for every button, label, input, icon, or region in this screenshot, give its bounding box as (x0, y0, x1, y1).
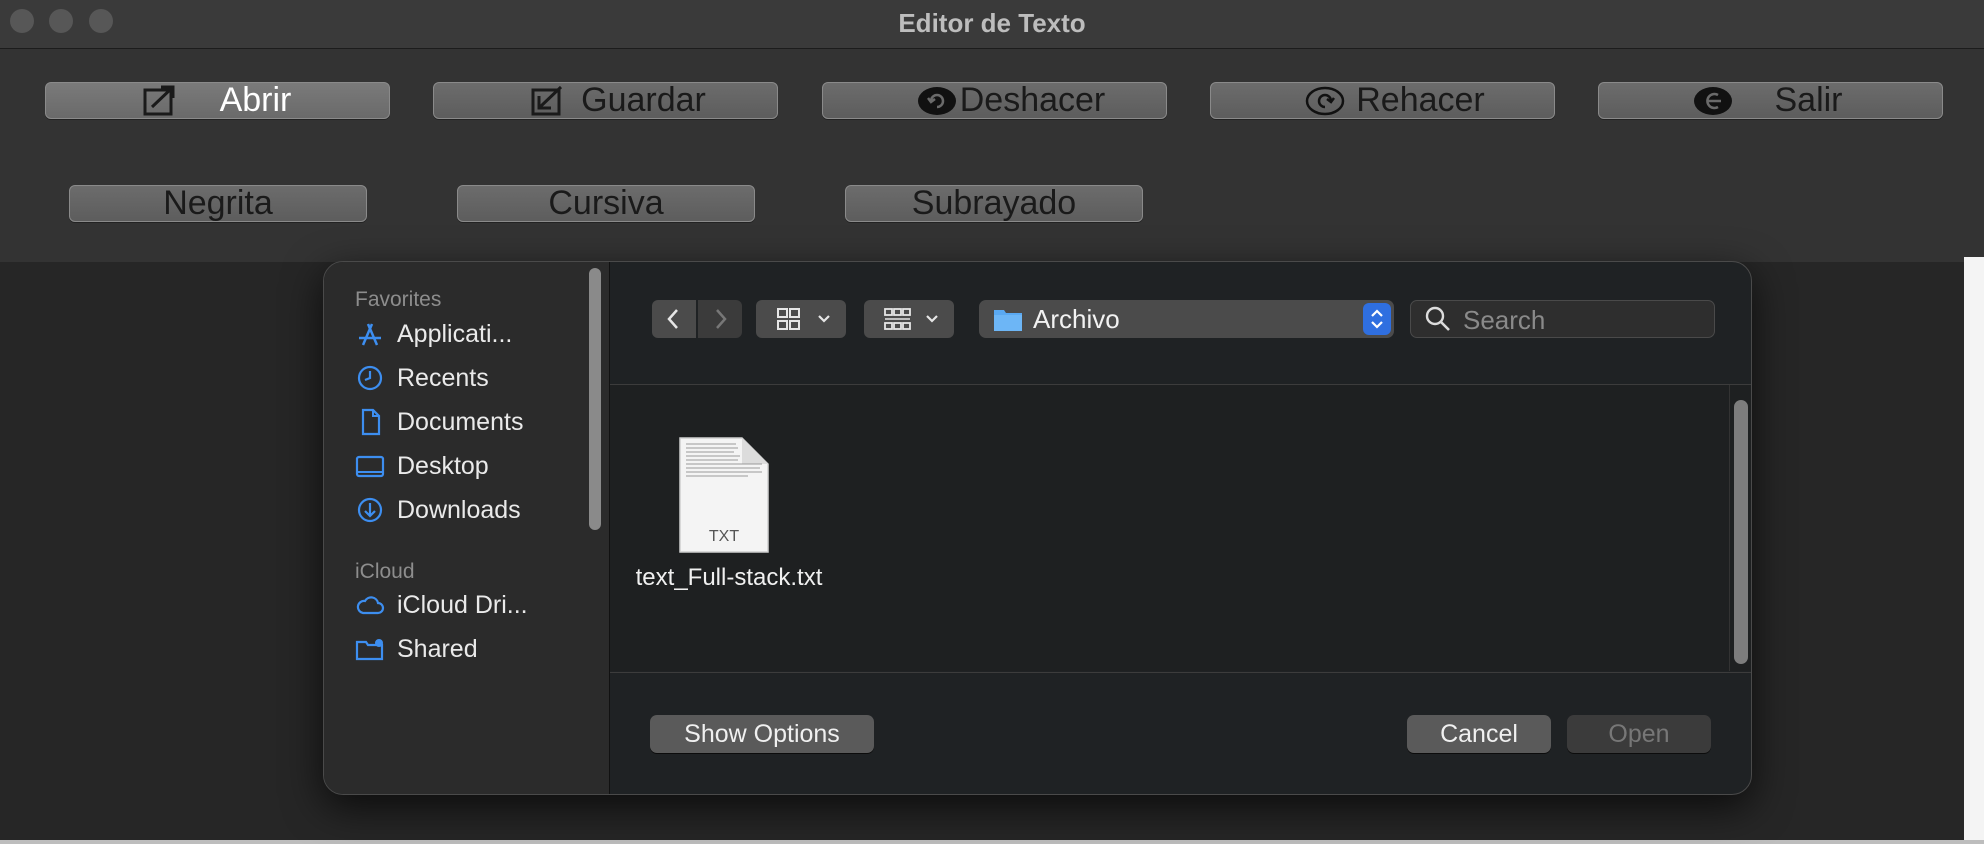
recents-clock-icon (357, 365, 383, 391)
up-down-chevron-icon (1371, 309, 1383, 329)
sidebar-scrollbar[interactable] (589, 268, 601, 530)
icloud-header: iCloud (355, 560, 415, 583)
cursiva-label: Cursiva (548, 184, 664, 222)
cancel-button[interactable]: Cancel (1407, 715, 1551, 753)
sidebar-item-label: Documents (397, 407, 524, 436)
guardar-label: Guardar (581, 81, 706, 119)
title-bar: Editor de Texto (0, 0, 1984, 49)
abrir-label: Abrir (219, 81, 292, 119)
negrita-button[interactable]: Negrita (69, 185, 367, 222)
salir-label: Salir (1774, 81, 1843, 119)
sidebar-item-label: Shared (397, 634, 478, 663)
sidebar-item-label: Applicati... (397, 319, 513, 348)
sidebar-item-shared[interactable]: Shared (355, 629, 595, 669)
document-icon (361, 408, 381, 436)
window-edge (1964, 49, 1984, 262)
search-input[interactable] (1461, 303, 1705, 337)
sidebar-item-recents[interactable]: Recents (355, 358, 595, 398)
folder-icon (994, 310, 1022, 331)
cloud-icon (356, 596, 385, 615)
downloads-icon (357, 497, 383, 523)
dialog-main: Archivo Search TXT text_Full-stack.txt S… (610, 262, 1751, 794)
file-name: text_Full-stack.txt (635, 564, 823, 591)
sidebar-item-label: Recents (397, 363, 489, 392)
scroll-track (1729, 385, 1730, 671)
save-arrow-icon (531, 85, 563, 116)
sidebar-item-downloads[interactable]: Downloads (355, 490, 595, 530)
negrita-label: Negrita (163, 184, 273, 222)
chevron-left-icon (667, 309, 678, 329)
deshacer-label: Deshacer (959, 81, 1106, 119)
location-label: Archivo (1033, 303, 1120, 334)
group-grid-icon (884, 308, 938, 330)
show-options-button[interactable]: Show Options (650, 715, 874, 753)
open-button[interactable]: Open (1567, 715, 1711, 753)
divider (610, 672, 1751, 673)
location-popup[interactable]: Archivo (979, 300, 1394, 338)
cursiva-button[interactable]: Cursiva (457, 185, 755, 222)
search-field[interactable] (1410, 300, 1715, 338)
icon-view-button[interactable] (756, 300, 846, 338)
location-stepper[interactable] (1363, 303, 1391, 335)
desktop-icon (355, 455, 385, 478)
sidebar-item-documents[interactable]: Documents (355, 402, 595, 442)
dialog-toolbar: Archivo (610, 300, 1751, 342)
applications-icon (359, 323, 381, 346)
sidebar-item-label: iCloud Dri... (397, 590, 528, 619)
deshacer-button[interactable]: Deshacer (822, 82, 1167, 119)
sidebar-item-label: Downloads (397, 495, 521, 524)
open-arrow-icon (143, 85, 175, 116)
file-type-label: TXT (708, 528, 740, 545)
grid-view-icon (777, 308, 830, 330)
salir-button[interactable]: Salir (1598, 82, 1943, 119)
sidebar-item-desktop[interactable]: Desktop (355, 446, 595, 486)
guardar-button[interactable]: Guardar (433, 82, 778, 119)
exit-icon (1694, 87, 1732, 115)
shared-folder-icon (355, 639, 384, 661)
abrir-button[interactable]: Abrir (45, 82, 390, 119)
undo-icon (918, 87, 956, 115)
search-icon (1425, 306, 1450, 331)
editor-toolbar: Abrir Guardar Deshacer Rehacer Salir Neg… (0, 49, 1964, 262)
text-area-edge (1964, 257, 1984, 844)
group-view-button[interactable] (864, 300, 954, 338)
window-title: Editor de Texto (898, 8, 1086, 38)
dialog-sidebar: Favorites Applicati... Recents Documents (324, 262, 610, 794)
window-bottom-edge (0, 840, 1984, 844)
sidebar-item-icloud-drive[interactable]: iCloud Dri... (355, 585, 595, 625)
favorites-header: Favorites (355, 288, 442, 311)
sidebar-item-label: Desktop (397, 451, 489, 480)
forward-button[interactable] (698, 300, 742, 338)
file-list-scrollbar[interactable] (1734, 400, 1748, 664)
rehacer-label: Rehacer (1356, 81, 1485, 119)
back-button[interactable] (652, 300, 696, 338)
redo-icon (1305, 86, 1345, 116)
chevron-right-icon (716, 309, 727, 329)
subrayado-button[interactable]: Subrayado (845, 185, 1143, 222)
sidebar-item-applications[interactable]: Applicati... (355, 314, 595, 354)
subrayado-label: Subrayado (911, 184, 1077, 222)
file-browser: TXT text_Full-stack.txt (610, 385, 1751, 671)
open-file-dialog: Favorites Applicati... Recents Documents (323, 261, 1752, 795)
rehacer-button[interactable]: Rehacer (1210, 82, 1555, 119)
